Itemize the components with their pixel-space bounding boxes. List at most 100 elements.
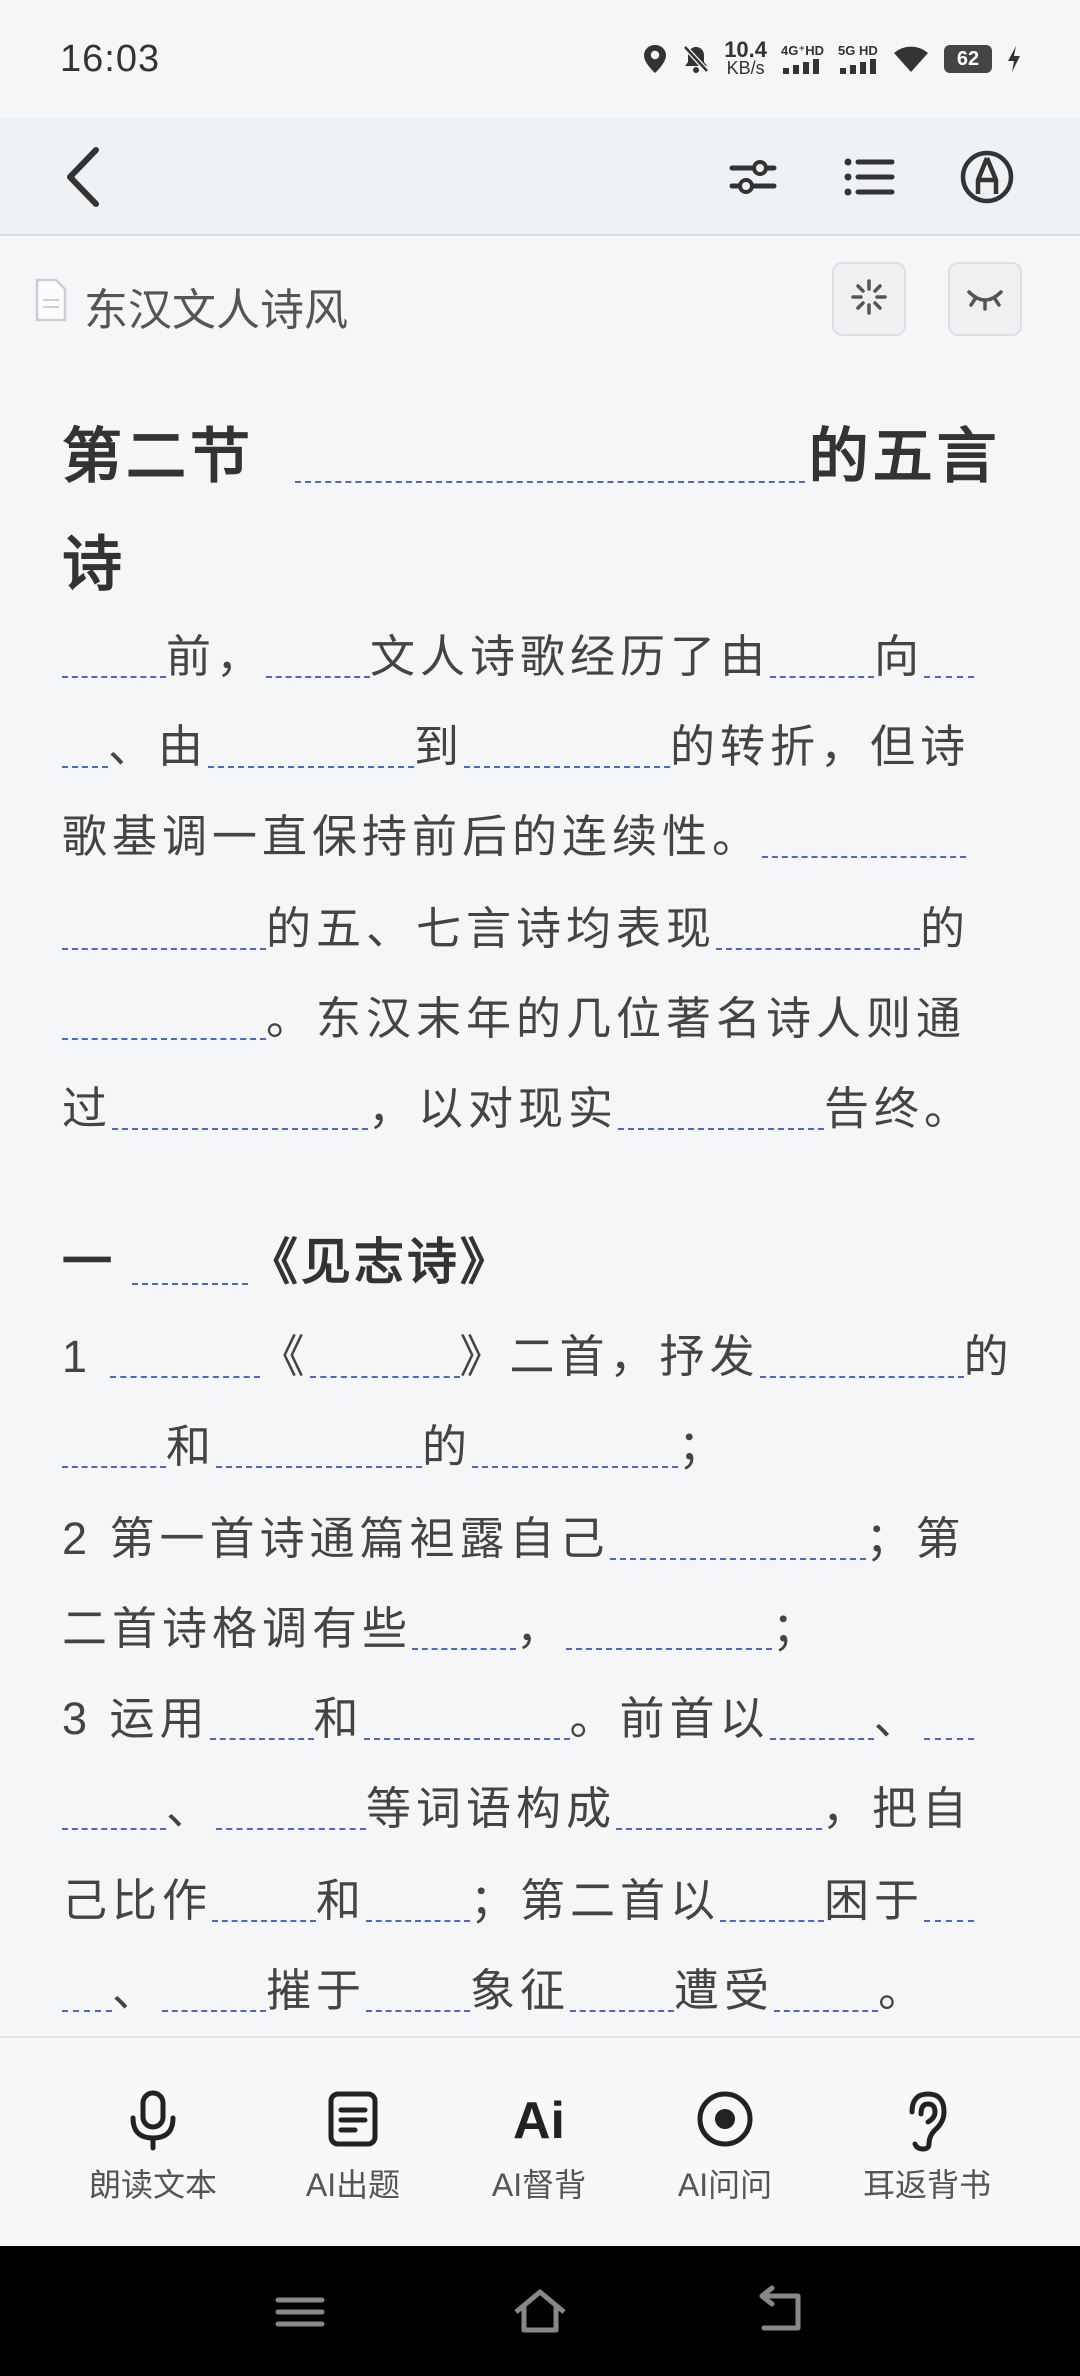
text-segment: 到 bbox=[414, 721, 465, 772]
text-segment: 等词语构成 bbox=[366, 1783, 617, 1834]
loading-toggle-button[interactable] bbox=[832, 262, 906, 336]
text-segment: 告终。 bbox=[824, 1083, 975, 1134]
text-segment: 一 bbox=[62, 1234, 132, 1290]
spinner-icon bbox=[849, 277, 889, 322]
fill-blank[interactable] bbox=[762, 816, 967, 858]
fill-blank[interactable] bbox=[472, 1426, 679, 1468]
back-arrow-icon bbox=[750, 2285, 810, 2346]
fill-blank[interactable] bbox=[464, 726, 671, 768]
ai-quiz-button[interactable]: AI出题 bbox=[258, 2038, 448, 2246]
back-nav-button[interactable] bbox=[750, 2282, 810, 2342]
text-segment: 2 第一首诗通篇袒露自己 bbox=[62, 1513, 610, 1564]
fill-blank[interactable] bbox=[570, 1970, 675, 2012]
fill-blank[interactable] bbox=[266, 636, 371, 678]
text-segment: 的五、七言诗均表现 bbox=[266, 903, 717, 954]
fill-blank[interactable] bbox=[720, 1880, 825, 1922]
text-segment: 和 bbox=[316, 1875, 367, 1926]
text-segment: 《 bbox=[259, 1331, 310, 1382]
fill-blank[interactable] bbox=[109, 1336, 260, 1378]
fill-blank[interactable] bbox=[208, 726, 415, 768]
fill-blank[interactable] bbox=[716, 908, 921, 950]
tab-label: AI问问 bbox=[677, 2167, 773, 2203]
back-button[interactable] bbox=[58, 144, 114, 210]
fill-blank[interactable] bbox=[216, 1426, 423, 1468]
fill-blank[interactable] bbox=[62, 1426, 166, 1468]
fill-blank[interactable] bbox=[616, 1788, 823, 1830]
fill-blank[interactable] bbox=[924, 1880, 975, 1922]
battery-icon: 62 bbox=[944, 45, 992, 73]
text-segment: 3 运用 bbox=[62, 1693, 210, 1744]
ai-ask-button[interactable]: AI问问 bbox=[630, 2038, 820, 2246]
outline-list-button[interactable] bbox=[838, 146, 900, 208]
fill-blank[interactable] bbox=[770, 636, 875, 678]
text-segment: 过 bbox=[62, 1083, 113, 1134]
fill-blank[interactable] bbox=[366, 1970, 471, 2012]
fill-blank[interactable] bbox=[62, 1970, 112, 2012]
net-speed-unit: KB/s bbox=[726, 58, 765, 78]
text-segment: ， bbox=[516, 1603, 567, 1654]
menu-nav-button[interactable] bbox=[270, 2282, 330, 2342]
fill-blank[interactable] bbox=[62, 998, 266, 1040]
eye-closed-icon bbox=[965, 282, 1005, 317]
list-icon bbox=[838, 158, 900, 212]
fill-blank[interactable] bbox=[162, 1970, 267, 2012]
fill-blank[interactable] bbox=[212, 1880, 317, 1922]
text-segment: 己比作 bbox=[62, 1875, 213, 1926]
fill-blank[interactable] bbox=[309, 1336, 460, 1378]
fill-blank[interactable] bbox=[62, 636, 166, 678]
fill-blank[interactable] bbox=[131, 1238, 248, 1285]
tab-label: AI出题 bbox=[305, 2167, 401, 2203]
target-icon bbox=[696, 2090, 754, 2153]
fill-blank[interactable] bbox=[216, 1788, 367, 1830]
marker-button[interactable] bbox=[956, 146, 1018, 208]
text-segment: 》二首，抒发 bbox=[459, 1331, 760, 1382]
fill-blank[interactable] bbox=[209, 1698, 314, 1740]
text-segment: 前， bbox=[166, 631, 267, 682]
fill-blank[interactable] bbox=[62, 726, 108, 768]
home-nav-button[interactable] bbox=[510, 2282, 570, 2342]
text-segment: 二首诗格调有些 bbox=[62, 1603, 413, 1654]
fill-blank[interactable] bbox=[923, 1698, 974, 1740]
text-segment: ，把自 bbox=[822, 1783, 973, 1834]
tab-label: 耳返背书 bbox=[862, 2167, 991, 2203]
fill-blank[interactable] bbox=[566, 1608, 773, 1650]
question-line: 3 运用 和 。前首以 、 bbox=[62, 1682, 974, 1747]
question-line: 、 摧于 象征 遭受 。 bbox=[62, 1954, 928, 2019]
question-line: 1 《 》二首，抒发 的 bbox=[62, 1320, 1014, 1385]
text-segment: 和 bbox=[166, 1421, 217, 1472]
fill-blank[interactable] bbox=[769, 1698, 874, 1740]
fill-blank[interactable] bbox=[774, 1970, 879, 2012]
settings-sliders-button[interactable] bbox=[722, 146, 784, 208]
text-segment: 和 bbox=[313, 1693, 364, 1744]
text-segment: ；第 bbox=[865, 1513, 966, 1564]
fill-blank[interactable] bbox=[363, 1698, 570, 1740]
status-time: 16:03 bbox=[60, 37, 161, 80]
fill-blank[interactable] bbox=[759, 1336, 964, 1378]
heading-part-2: 的五言 bbox=[808, 423, 1001, 490]
paragraph-line: 前， 文人诗歌经历了由 向 bbox=[62, 620, 975, 685]
signal-2: 5G HD bbox=[838, 44, 878, 74]
ai-supervise-button[interactable]: Ai AI督背 bbox=[444, 2038, 634, 2246]
fill-blank[interactable] bbox=[112, 1088, 369, 1130]
question-line: 2 第一首诗通篇袒露自己 ；第 bbox=[62, 1502, 966, 1567]
fill-blank[interactable] bbox=[62, 908, 266, 950]
ear-recite-button[interactable]: 耳返背书 bbox=[832, 2038, 1022, 2246]
fill-blank[interactable] bbox=[294, 427, 805, 483]
net-speed: 10.4 KB/s bbox=[724, 39, 767, 78]
fill-blank[interactable] bbox=[618, 1088, 825, 1130]
fill-blank[interactable] bbox=[924, 636, 975, 678]
ear-icon bbox=[902, 2090, 952, 2157]
fill-blank[interactable] bbox=[412, 1608, 517, 1650]
fill-blank[interactable] bbox=[609, 1518, 866, 1560]
location-icon bbox=[642, 44, 668, 74]
document-file-icon bbox=[34, 278, 68, 327]
signal-1: 4G⁺HD bbox=[781, 44, 824, 74]
read-aloud-button[interactable]: 朗读文本 bbox=[58, 2038, 248, 2246]
hide-answers-button[interactable] bbox=[948, 262, 1022, 336]
fill-blank[interactable] bbox=[62, 1788, 166, 1830]
text-segment: 、 bbox=[873, 1693, 924, 1744]
bottom-action-bar: 朗读文本 AI出题 Ai AI督背 AI问问 耳返背书 bbox=[0, 2036, 1080, 2246]
text-segment: ； bbox=[772, 1603, 823, 1654]
fill-blank[interactable] bbox=[366, 1880, 471, 1922]
pen-circle-icon bbox=[956, 150, 1018, 212]
